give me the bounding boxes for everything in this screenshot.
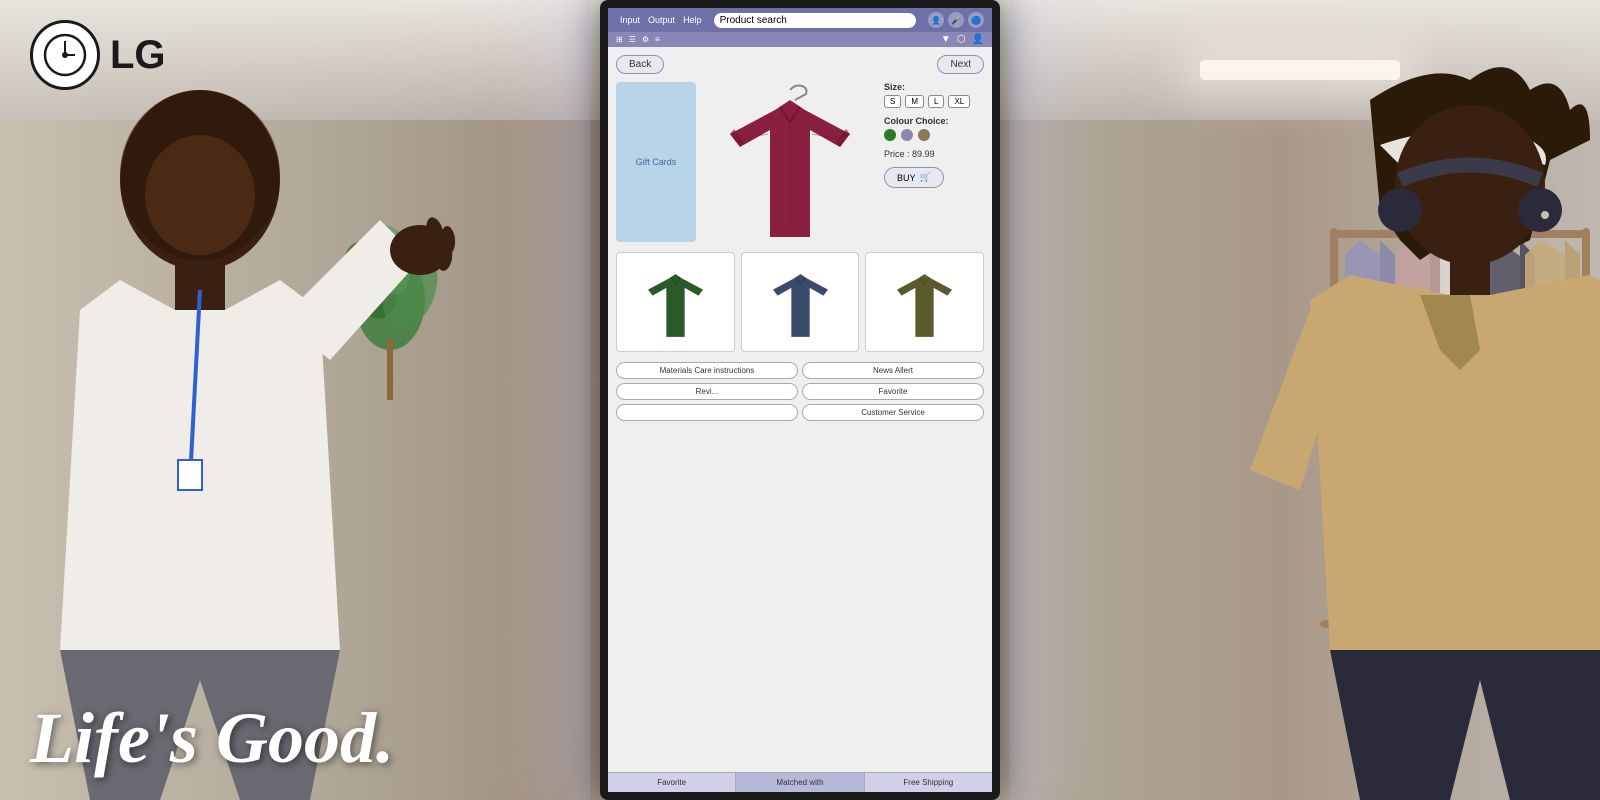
toolbar-filter-icon[interactable]: ⬡ (957, 34, 966, 45)
buy-button[interactable]: BUY 🛒 (884, 167, 944, 188)
colour-tan[interactable] (918, 129, 930, 141)
toolbar-menu-icon[interactable]: ≡ (655, 35, 660, 44)
main-product-image (706, 82, 874, 242)
lifes-good-tagline: Life's Good. (30, 697, 394, 780)
profile-icon[interactable]: 👤 (928, 12, 944, 28)
closest-shop-btn[interactable]: Favorite (802, 383, 984, 400)
next-button[interactable]: Next (937, 55, 984, 74)
lg-logo-circle (30, 20, 100, 90)
search-container (714, 13, 916, 28)
thumbnail-row (616, 252, 984, 352)
colour-green[interactable] (884, 129, 896, 141)
menu-output[interactable]: Output (648, 15, 675, 25)
gift-cards-label: Gift Cards (636, 157, 677, 167)
shirt-svg-main (730, 82, 850, 242)
toolbar-settings-icon[interactable]: ⚙ (642, 35, 649, 44)
news-btn[interactable]: News Allert (802, 362, 984, 379)
screen-topbar: Input Output Help 👤 🎤 🔵 (608, 8, 992, 32)
size-options: S M L XL (884, 95, 984, 108)
product-details: Size: S M L XL Colour Choice: Price : 89… (884, 82, 984, 242)
menu-input[interactable]: Input (620, 15, 640, 25)
gift-cards-panel[interactable]: Gift Cards (616, 82, 696, 242)
lg-logo-text: LG (110, 33, 166, 78)
customer-person (1050, 0, 1600, 800)
screen-toolbar2: ⊞ ☰ ⚙ ≡ ▼ ⬡ 👤 (608, 32, 992, 47)
colour-options (884, 129, 984, 141)
toolbar-list-icon[interactable]: ☰ (629, 35, 636, 44)
product-area: Gift Cards (616, 82, 984, 242)
colour-label: Colour Choice: (884, 116, 984, 126)
thumb-olive-shirt[interactable] (865, 252, 984, 352)
reviews-btn[interactable]: Revi... (616, 383, 798, 400)
toolbar-user2-icon[interactable]: 👤 (972, 34, 984, 45)
size-label: Size: (884, 82, 984, 92)
size-m[interactable]: M (905, 95, 924, 108)
colour-blue[interactable] (901, 129, 913, 141)
toolbar-search-icon[interactable]: ▼ (941, 34, 951, 45)
empty-btn[interactable] (616, 404, 798, 421)
back-button[interactable]: Back (616, 55, 664, 74)
screen-tabbar: Favorite Matched with Free Shipping (608, 772, 992, 792)
user-icon[interactable]: 🔵 (968, 12, 984, 28)
kiosk-screen: Input Output Help 👤 🎤 🔵 ⊞ ☰ ⚙ ≡ ▼ ⬡ 👤 Ba… (600, 0, 1000, 800)
buy-label: BUY (897, 173, 916, 183)
size-s[interactable]: S (884, 95, 901, 108)
tab-favorite[interactable]: Favorite (608, 773, 736, 792)
materials-btn[interactable]: Materials Care instructions (616, 362, 798, 379)
tab-matched-with[interactable]: Matched with (736, 773, 864, 792)
tab-free-shipping[interactable]: Free Shipping (865, 773, 992, 792)
topbar-icons: 👤 🎤 🔵 (928, 12, 984, 28)
customer-service-btn[interactable]: Customer Service (802, 404, 984, 421)
mic-icon[interactable]: 🎤 (948, 12, 964, 28)
toolbar-grid-icon[interactable]: ⊞ (616, 35, 623, 44)
action-buttons: Materials Care instructions News Allert … (616, 362, 984, 421)
employee-person (0, 0, 500, 800)
nav-buttons: Back Next (616, 55, 984, 74)
cart-icon: 🛒 (920, 172, 931, 183)
size-xl[interactable]: XL (948, 95, 970, 108)
product-search-input[interactable] (714, 13, 916, 28)
menu-help[interactable]: Help (683, 15, 702, 25)
price-label: Price : 89.99 (884, 149, 984, 159)
lg-logo: LG (30, 20, 166, 90)
thumb-green-shirt[interactable] (616, 252, 735, 352)
size-l[interactable]: L (928, 95, 944, 108)
screen-content: Back Next Gift Cards (608, 47, 992, 772)
thumb-navy-shirt[interactable] (741, 252, 860, 352)
